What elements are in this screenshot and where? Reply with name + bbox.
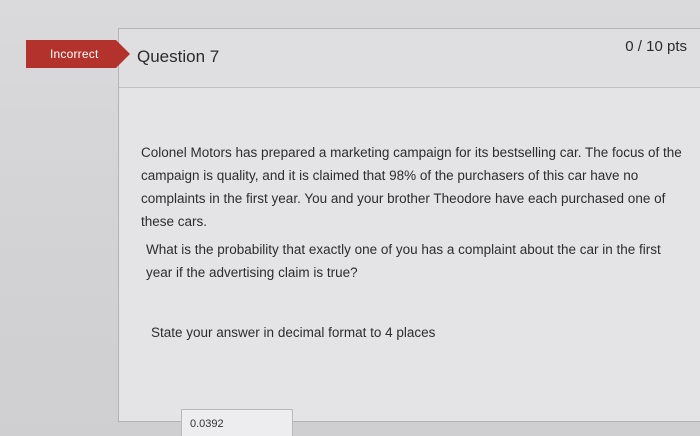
question-card: Question 7 0 / 10 pts Colonel Motors has… bbox=[118, 28, 700, 436]
quiz-page: Question 7 0 / 10 pts Colonel Motors has… bbox=[0, 0, 700, 436]
question-text: Colonel Motors has prepared a marketing … bbox=[141, 145, 682, 229]
question-header: Question 7 0 / 10 pts bbox=[119, 29, 700, 88]
question-title: Question 7 bbox=[137, 47, 220, 66]
answer-field[interactable]: 0.0392 bbox=[181, 409, 293, 436]
question-prompt: What is the probability that exactly one… bbox=[146, 242, 661, 280]
incorrect-badge: Incorrect bbox=[26, 40, 130, 68]
question-points: 0 / 10 pts bbox=[625, 38, 687, 55]
answer-instructions: State your answer in decimal format to 4… bbox=[151, 325, 436, 340]
question-body: Colonel Motors has prepared a marketing … bbox=[119, 88, 700, 436]
